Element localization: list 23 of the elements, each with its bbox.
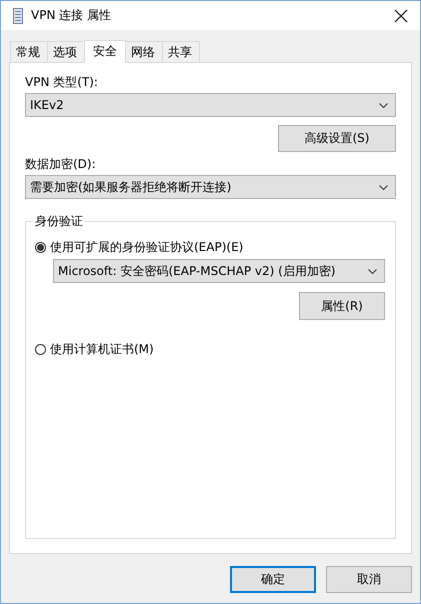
dialog-button[interactable]: 确定 [230,566,316,593]
window-title: VPN 连接 属性 [31,7,112,24]
chevron-icon [379,102,388,108]
tab[interactable]: 常规 [10,41,48,62]
close-icon[interactable] [394,8,408,22]
tab[interactable]: 安全 [84,40,126,63]
radio-label[interactable]: 使用计算机证书(M) [50,340,154,358]
document-icon [13,8,23,24]
advanced-settings-button[interactable]: 高级设置(S) [278,125,396,152]
radio-button[interactable] [35,344,46,354]
radio-label[interactable]: 使用可扩展的身份验证协议(EAP)(E) [50,238,244,256]
field-label: VPN 类型(T): [25,74,99,91]
chevron-icon [379,184,388,190]
field-label: 数据加密(D): [25,156,97,173]
vpn-type-dropdown[interactable]: IKEv2 [25,93,396,117]
encryption-dropdown[interactable]: 需要加密(如果服务器拒绝将断开连接) [25,175,396,199]
eap-method-dropdown[interactable]: Microsoft: 安全密码(EAP-MSCHAP v2) (启用加密) [53,259,385,283]
properties-button[interactable]: 属性(R) [299,292,385,320]
tab[interactable]: 共享 [162,41,200,62]
radio-button[interactable] [35,242,46,252]
dialog-button[interactable]: 取消 [326,566,412,593]
group-title: 身份验证 [33,213,85,229]
chevron-icon [368,268,377,274]
